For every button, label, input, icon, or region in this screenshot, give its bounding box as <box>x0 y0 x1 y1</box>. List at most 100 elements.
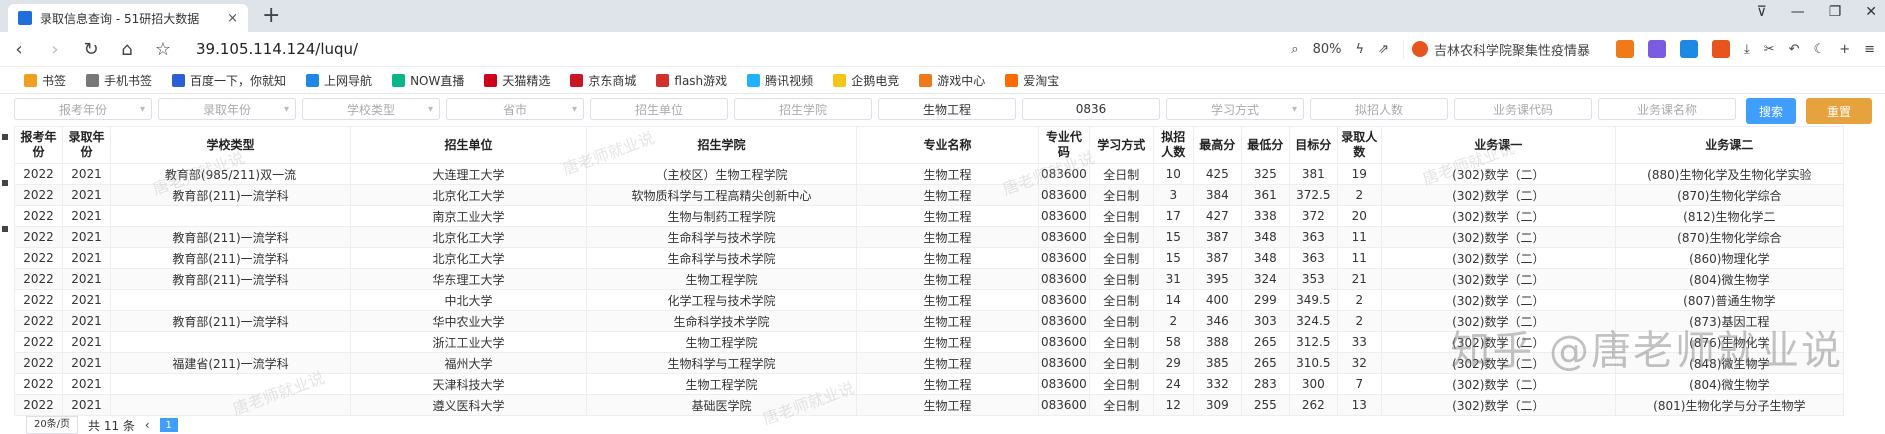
table-cell: 2022 <box>14 331 63 353</box>
dark-mode-icon[interactable]: ☾ <box>1814 42 1826 57</box>
bookmark-item[interactable]: 爱淘宝 <box>1005 72 1059 89</box>
unit-input[interactable]: 招生单位 <box>590 98 728 120</box>
bookmark-item[interactable]: 腾讯视频 <box>747 72 813 89</box>
prev-page-icon[interactable]: ‹ <box>145 418 150 432</box>
report-year-select[interactable]: 报考年份 <box>14 98 152 120</box>
table-cell: 生物工程 <box>856 352 1039 374</box>
zoom-level[interactable]: 80% <box>1313 42 1342 57</box>
column-header[interactable]: 招生学院 <box>586 126 857 164</box>
course-name-input[interactable]: 业务课名称 <box>1598 98 1736 120</box>
table-row[interactable]: 2022 2021 教育部(211)一流学科 华东理工大学 生物工程学院 生物工程 0836… <box>14 268 1844 290</box>
table-cell: 363 <box>1288 226 1338 248</box>
column-header[interactable]: 学校类型 <box>110 126 351 164</box>
baidu-icon <box>172 73 186 87</box>
table-cell: 生命科学与技术学院 <box>586 247 857 269</box>
scissors-icon[interactable]: ✂ <box>1764 42 1775 57</box>
bookmark-item[interactable]: 上网导航 <box>306 72 372 89</box>
menu-icon[interactable]: ≡ <box>1864 42 1875 57</box>
table-cell: 全日制 <box>1088 352 1154 374</box>
column-header[interactable]: 最高分 <box>1192 126 1242 164</box>
page-size-select[interactable]: 20条/页 <box>26 416 78 434</box>
column-header[interactable]: 专业名称 <box>856 126 1039 164</box>
code-input[interactable]: 0836 <box>1022 98 1160 120</box>
mode-select[interactable]: 学习方式 <box>1166 98 1304 120</box>
download-icon[interactable]: ⤓ <box>1744 42 1750 57</box>
bookmark-item[interactable]: 京东商城 <box>570 72 636 89</box>
column-header[interactable]: 业务课二 <box>1614 126 1844 164</box>
browser-tab[interactable]: 录取信息查询 - 51研招大数据 × <box>8 4 248 32</box>
address-bar[interactable]: 39.105.114.124/luqu/ <box>196 40 358 58</box>
page-number[interactable]: 1 <box>159 418 178 432</box>
translate-extension-icon[interactable] <box>1647 40 1666 58</box>
planned-input[interactable]: 拟招人数 <box>1310 98 1448 120</box>
new-tab-button[interactable]: + <box>262 2 280 30</box>
tab-close-icon[interactable]: × <box>227 11 238 26</box>
table-row[interactable]: 2022 2021 遵义医科大学 基础医学院 生物工程 083600 全日制 12 309 255… <box>14 394 1844 416</box>
bookmark-item[interactable]: flash游戏 <box>656 72 727 89</box>
search-text[interactable]: 吉林农科学院聚集性疫情暴 <box>1434 40 1590 59</box>
table-row[interactable]: 2022 2021 中北大学 化学工程与技术学院 生物工程 083600 全日制 14 400 2… <box>14 289 1844 311</box>
bookmark-item[interactable]: 书签 <box>24 72 66 89</box>
table-cell: 2021 <box>62 163 111 185</box>
pagination: 20条/页 共 11 条 ‹ 1 <box>26 416 178 434</box>
forward-icon[interactable]: › <box>46 39 64 60</box>
course-code-input[interactable]: 业务课代码 <box>1454 98 1592 120</box>
star-icon[interactable]: ☆ <box>154 39 172 60</box>
home-icon[interactable]: ⌂ <box>118 39 136 60</box>
table-cell: 312.5 <box>1288 331 1338 353</box>
table-row[interactable]: 2022 2021 教育部(211)一流学科 北京化工大学 生命科学与技术学院 生物工程 0… <box>14 226 1844 248</box>
school-type-select[interactable]: 学校类型 <box>302 98 440 120</box>
table-row[interactable]: 2022 2021 天津科技大学 生物工程学院 生物工程 083600 全日制 24 332 28… <box>14 373 1844 395</box>
table-row[interactable]: 2022 2021 教育部(211)一流学科 北京化工大学 生命科学与技术学院 生物工程 0… <box>14 247 1844 269</box>
undo-icon[interactable]: ↶ <box>1789 42 1800 57</box>
infinity-extension-icon[interactable] <box>1679 40 1698 58</box>
column-header[interactable]: 拟招人数 <box>1152 126 1194 164</box>
bookmark-item[interactable]: 手机书签 <box>86 72 152 89</box>
table-cell: 遵义医科大学 <box>350 394 587 416</box>
column-header[interactable]: 目标分 <box>1288 126 1338 164</box>
college-input[interactable]: 招生学院 <box>734 98 872 120</box>
game-extension-icon[interactable] <box>1615 40 1634 58</box>
reload-icon[interactable]: ↻ <box>82 39 100 60</box>
zoom-icon[interactable]: ⌕ <box>1291 42 1298 57</box>
bookmark-item[interactable]: 百度一下，你就知 <box>172 72 286 89</box>
table-row[interactable]: 2022 2021 南京工业大学 生物与制药工程学院 生物工程 083600 全日制 17 42… <box>14 205 1844 227</box>
column-header[interactable]: 录取人数 <box>1336 126 1382 164</box>
bookmark-item[interactable]: NOW直播 <box>392 72 464 89</box>
bookmark-item[interactable]: 企鹅电竞 <box>833 72 899 89</box>
table-cell: 300 <box>1288 373 1338 395</box>
search-button[interactable]: 搜索 <box>1746 98 1796 124</box>
column-header[interactable]: 业务课一 <box>1380 126 1616 164</box>
share-icon[interactable]: ⇗ <box>1378 42 1389 57</box>
table-cell: 教育部(211)一流学科 <box>110 226 351 248</box>
column-header[interactable]: 学习方式 <box>1088 126 1154 164</box>
search-box[interactable]: 吉林农科学院聚集性疫情暴 <box>1402 39 1602 59</box>
table-row[interactable]: 2022 2021 教育部(211)一流学科 北京化工大学 软物质科学与工程高精尖创新中… <box>14 184 1844 206</box>
bookmark-item[interactable]: 天猫精选 <box>484 72 550 89</box>
table-cell: 生物工程 <box>856 310 1039 332</box>
table-cell: 299 <box>1240 289 1290 311</box>
province-select[interactable]: 省市 <box>446 98 584 120</box>
column-header[interactable]: 最低分 <box>1240 126 1290 164</box>
table-cell: 255 <box>1240 394 1290 416</box>
reset-button[interactable]: 重置 <box>1806 98 1872 124</box>
sidebar-icon[interactable]: ⊽ <box>1756 4 1766 20</box>
column-header[interactable]: 报考年份 <box>14 126 63 164</box>
column-header[interactable]: 招生单位 <box>350 126 587 164</box>
bookmark-item[interactable]: 游戏中心 <box>919 72 985 89</box>
capture-extension-icon[interactable] <box>1711 40 1730 58</box>
column-header[interactable]: 专业代码 <box>1038 126 1090 164</box>
lightning-icon[interactable]: ϟ <box>1355 42 1364 57</box>
minimize-button[interactable]: — <box>1791 4 1805 20</box>
major-input[interactable]: 生物工程 <box>878 98 1016 120</box>
close-window-button[interactable]: ✕ <box>1865 4 1877 20</box>
table-cell: 2 <box>1336 184 1382 206</box>
restore-button[interactable]: ❐ <box>1829 4 1842 20</box>
column-header[interactable]: 录取年份 <box>62 126 111 164</box>
admit-year-select[interactable]: 录取年份 <box>158 98 296 120</box>
table-cell: (870)生物化学综合 <box>1614 226 1844 248</box>
table-cell: 2022 <box>14 268 63 290</box>
back-icon[interactable]: ‹ <box>10 39 28 60</box>
table-row[interactable]: 2022 2021 教育部(985/211)双一流 大连理工大学 （主校区）生物工程学院… <box>14 163 1844 185</box>
add-icon[interactable]: + <box>1839 42 1850 57</box>
